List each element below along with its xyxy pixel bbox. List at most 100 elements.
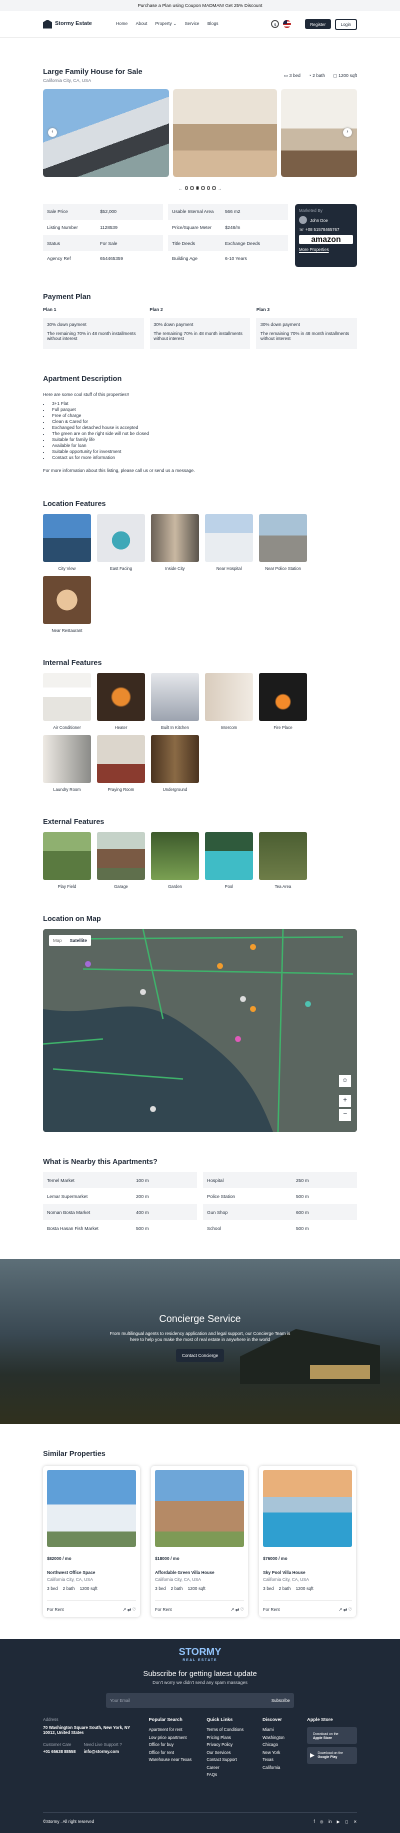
plan-card: Plan 1 30% down payment The remaining 70% … (43, 307, 144, 349)
nav-blogs[interactable]: Blogs (207, 21, 218, 27)
nav-home[interactable]: Home (116, 21, 128, 27)
gallery-image[interactable] (173, 89, 278, 177)
gallery-dot[interactable] (206, 186, 210, 190)
next-icon[interactable]: → (218, 186, 222, 191)
footer-link[interactable]: Miami (263, 1727, 297, 1732)
satellite-tab[interactable]: Satellite (66, 935, 91, 946)
footer-link[interactable]: Office for buy (149, 1742, 197, 1747)
feature-item: Garden (151, 832, 199, 889)
nav-property[interactable]: Property ⌄ (155, 21, 177, 27)
apple-store-button[interactable]: Download on the Apple Store (307, 1727, 357, 1744)
facebook-icon[interactable]: f (314, 1819, 315, 1824)
gallery-dot[interactable] (190, 186, 194, 190)
heart-icon[interactable]: ♡ (132, 1607, 136, 1612)
feature-image (205, 832, 253, 880)
feature-image (97, 735, 145, 783)
next-arrow-icon[interactable]: › (343, 128, 352, 137)
footer-link[interactable]: Washington (263, 1735, 297, 1740)
instagram-icon[interactable]: ◎ (320, 1819, 324, 1824)
footer-link[interactable]: Low price apartment (149, 1735, 197, 1740)
gallery-image[interactable] (43, 89, 170, 177)
feature-image (97, 514, 145, 562)
property-card[interactable]: $18000 / mo Affordable Green Villa House… (151, 1466, 248, 1617)
feature-item: Heater (97, 673, 145, 730)
chat-icon[interactable]: ◻ (345, 1819, 348, 1824)
zoom-out-button[interactable]: − (339, 1109, 351, 1121)
heart-icon[interactable]: ♡ (240, 1607, 244, 1612)
footer-link[interactable]: Chicago (263, 1742, 297, 1747)
footer-link[interactable]: Our Services (207, 1750, 253, 1755)
heart-icon[interactable]: ♡ (348, 1607, 352, 1612)
map-tab[interactable]: Map (49, 935, 66, 946)
email-input[interactable]: Your Email (110, 1698, 130, 1703)
concierge-title: Concierge Service (159, 1314, 241, 1325)
feature-image (151, 735, 199, 783)
register-button[interactable]: Register (305, 19, 331, 29)
footer-logo[interactable]: STORMY REAL ESTATE (0, 1639, 400, 1662)
property-card[interactable]: $82000 / mo Northwest Office Space Calif… (43, 1466, 140, 1617)
nav-about[interactable]: About (136, 21, 147, 27)
youtube-icon[interactable]: ▶ (337, 1819, 340, 1824)
gallery-dot[interactable] (212, 186, 216, 190)
footer-link[interactable]: Pricing Plans (207, 1735, 253, 1740)
table-row: Police Station 500 m (207, 1193, 309, 1199)
table-row: Temel Market 100 m (43, 1172, 197, 1188)
property-card[interactable]: $76000 / mo Sky Pool Villa House Califor… (259, 1466, 356, 1617)
table-row: Bosta Hasan Fish Market 500 m (47, 1225, 149, 1231)
google-play-button[interactable]: ▶ Download on the Google Play (307, 1746, 357, 1764)
footer-link[interactable]: Texas (263, 1757, 297, 1762)
feature-item: Praying Room (97, 735, 145, 792)
feature-item: Pool (205, 832, 253, 889)
map-type-toggle: Map Satellite (49, 935, 92, 946)
footer-link[interactable]: Contact Support (207, 1757, 253, 1762)
footer-link[interactable]: California (263, 1765, 297, 1770)
footer-link[interactable]: New York (263, 1750, 297, 1755)
gallery-dot[interactable] (201, 186, 205, 190)
prev-arrow-icon[interactable]: ‹ (48, 128, 57, 137)
care-phone[interactable]: +01 65638 88558 (43, 1749, 76, 1754)
us-flag-icon[interactable] (283, 20, 292, 28)
agent-phone[interactable]: +08 51578465767 (305, 227, 339, 232)
table-row: Usable Internal Area 566 m2 (168, 204, 288, 220)
subscribe-button[interactable]: Subscribe (271, 1698, 290, 1703)
details-left: Sale Price $52,000 Listing Number 1128539 … (43, 204, 163, 267)
nav-service[interactable]: Service (185, 21, 200, 27)
brand-logo[interactable]: Stormy Estate (43, 19, 92, 29)
concierge-section: Concierge Service From multilingual agen… (0, 1259, 400, 1424)
feature-item: Built In Kitchen (151, 673, 199, 730)
footer-link[interactable]: Office for rent (149, 1750, 197, 1755)
footer-link[interactable]: Career (207, 1765, 253, 1770)
satellite-map[interactable]: Map Satellite ☺ + − (43, 929, 357, 1132)
footer-link[interactable]: Terms of Conditions (207, 1727, 253, 1732)
prev-icon[interactable]: ← (179, 186, 183, 191)
building-icon (43, 19, 52, 29)
more-properties-link[interactable]: More Properties (299, 247, 353, 252)
feature-item: Tea Area (259, 832, 307, 889)
pegman-icon[interactable]: ☺ (339, 1075, 351, 1087)
plan-card: Plan 3 30% down payment The remaining 70% … (256, 307, 358, 349)
footer-link[interactable]: Privacy Policy (207, 1742, 253, 1747)
contact-concierge-button[interactable]: Contact Concierge (175, 1349, 225, 1362)
footer-link[interactable]: Warehouse near Texas (149, 1757, 197, 1762)
feature-image (205, 673, 253, 721)
linkedin-icon[interactable]: in (329, 1819, 332, 1824)
footer-link[interactable]: FAQs (207, 1772, 253, 1777)
feature-item: Inside City (151, 514, 199, 571)
currency-button[interactable]: $ (271, 20, 280, 28)
gallery-dot-active[interactable] (195, 186, 199, 190)
x-icon[interactable]: ✕ (353, 1819, 357, 1824)
property-image (263, 1470, 352, 1547)
feature-image (43, 673, 91, 721)
footer-link[interactable]: Apartment for rent (149, 1727, 197, 1732)
feature-image (43, 735, 91, 783)
login-button[interactable]: Login (334, 18, 357, 30)
feature-item: Underground (151, 735, 199, 792)
support-email[interactable]: info@stormy.com (84, 1749, 122, 1754)
description-body: Here are some cool stuff of this propert… (43, 392, 357, 474)
feature-image (151, 673, 199, 721)
table-row: Noman Bosta Market 400 m (43, 1204, 197, 1220)
feature-item: East Facing (97, 514, 145, 571)
gallery-dot[interactable] (184, 186, 188, 190)
zoom-in-button[interactable]: + (339, 1095, 351, 1107)
contact-column: Address 70 Washington Square South, New … (43, 1717, 131, 1754)
